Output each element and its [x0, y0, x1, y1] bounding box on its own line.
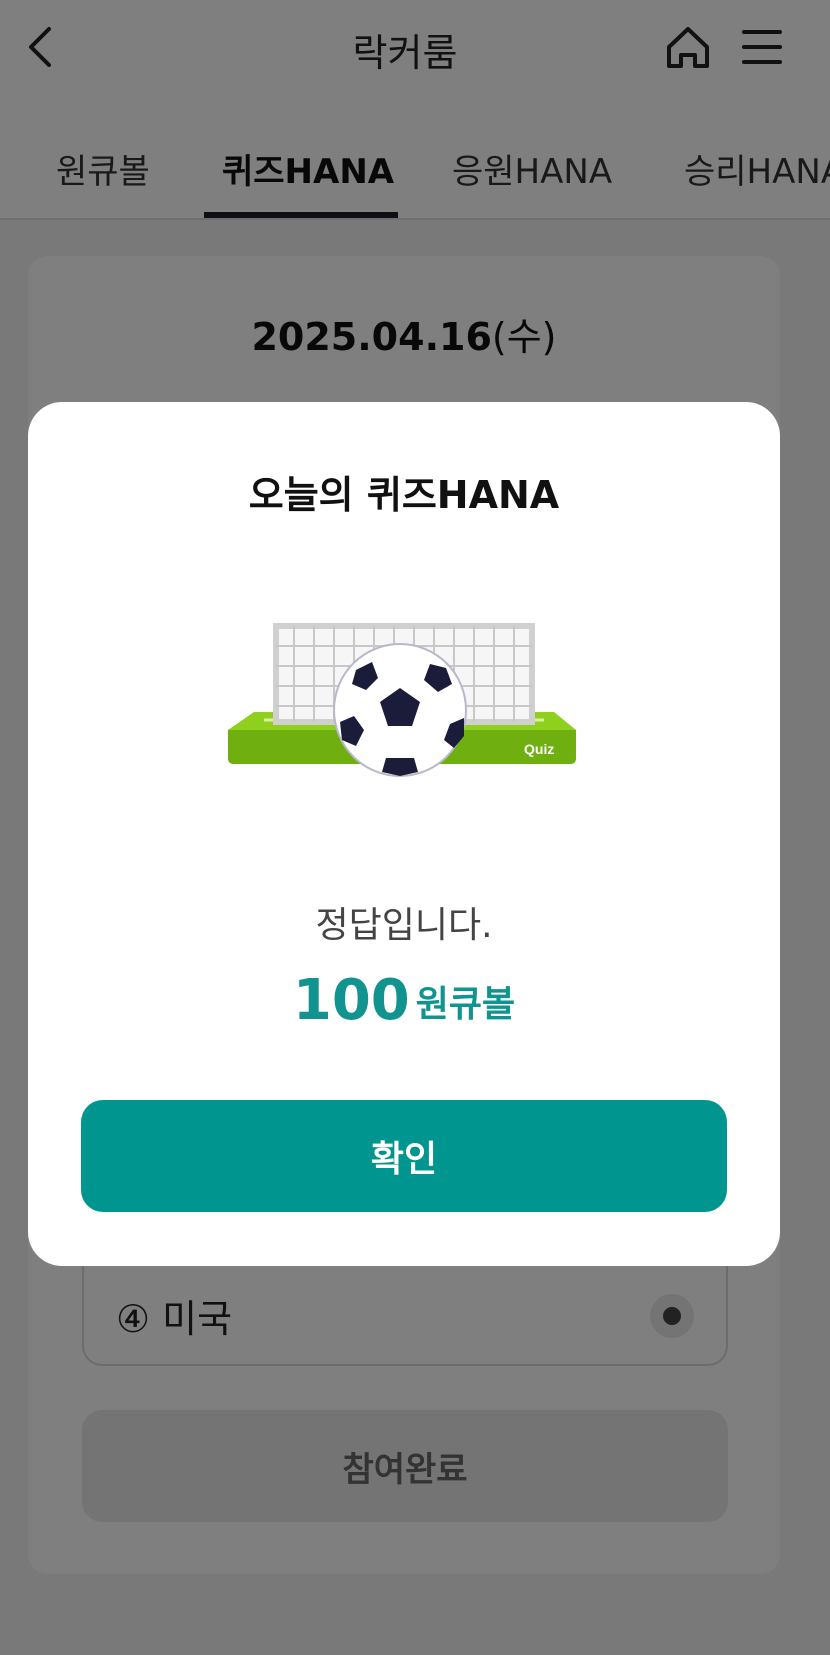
reward-display: 100 원큐볼	[28, 968, 780, 1033]
result-message: 정답입니다.	[315, 905, 493, 946]
soccer-goal-illustration: Quiz	[228, 623, 576, 777]
quiz-badge-text: Quiz	[524, 741, 554, 757]
quiz-result-modal: 오늘의 퀴즈HANA Quiz 정답입니다. 100 원큐볼 확인	[28, 402, 780, 1266]
reward-unit: 원큐볼	[415, 983, 516, 1025]
reward-amount: 100	[292, 968, 410, 1033]
confirm-button[interactable]: 확인	[81, 1100, 727, 1212]
modal-title: 오늘의 퀴즈HANA	[248, 473, 560, 517]
